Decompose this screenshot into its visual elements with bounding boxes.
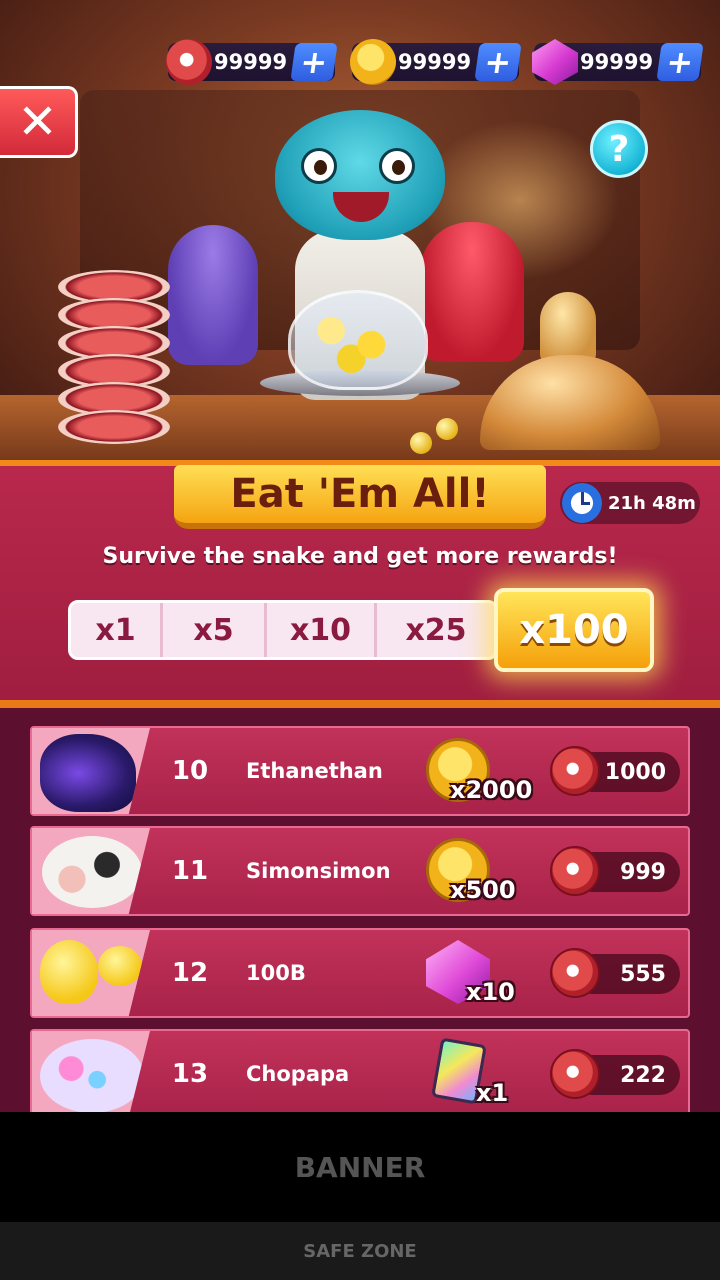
reward: x500: [426, 838, 536, 904]
multiplier-x100-selected[interactable]: x100: [494, 588, 654, 672]
unicorn-avatar: [40, 1039, 144, 1113]
multiplier-x25[interactable]: x25: [377, 603, 495, 657]
multiplier-x1[interactable]: x1: [71, 603, 163, 657]
cow-avatar: [42, 836, 142, 908]
add-coins-button[interactable]: +: [474, 43, 522, 81]
meat-counter: 99999 +: [166, 39, 338, 85]
reward-quantity: x500: [450, 876, 516, 904]
reward-quantity: x1: [476, 1079, 509, 1107]
event-title: Eat 'Em All!: [174, 465, 546, 529]
help-button[interactable]: ?: [590, 120, 648, 178]
leaderboard-row: 13 Chopapa x1 222: [30, 1029, 690, 1119]
leaderboard-row: 10 Ethanethan x2000 1000: [30, 726, 690, 816]
reward-quantity: x10: [466, 978, 515, 1006]
dragon-avatar: [40, 734, 136, 812]
player-avatar: [32, 728, 150, 814]
reward: x2000: [426, 738, 536, 804]
gold-ball: [410, 432, 432, 454]
reward: x1: [426, 1037, 536, 1107]
player-avatar: [32, 828, 150, 914]
multiplier-selector: x1 x5 x10 x25: [68, 600, 498, 660]
gold-ball: [436, 418, 458, 440]
add-meat-button[interactable]: +: [290, 43, 338, 81]
event-subtitle: Survive the snake and get more rewards!: [102, 544, 618, 569]
meat-icon: [166, 39, 212, 85]
coin-counter: 99999 +: [350, 39, 522, 85]
meat-icon: [550, 1049, 600, 1099]
gem-icon: [532, 39, 578, 85]
golden-cloche: [480, 355, 660, 450]
meat-icon: [550, 846, 600, 896]
duck-avatar: [98, 946, 142, 986]
meat-amount: 99999: [214, 50, 288, 74]
leaderboard-row: 11 Simonsimon x500 999: [30, 826, 690, 916]
player-name: 100B: [246, 961, 306, 985]
close-button[interactable]: ✕: [0, 86, 78, 158]
gem-counter: 99999 +: [532, 39, 704, 85]
reward-quantity: x2000: [450, 776, 533, 804]
player-name: Simonsimon: [246, 859, 391, 883]
hero-illustration: ✕ ? 99999 + 99999 + 99999 +: [0, 0, 720, 470]
leaderboard-list: 10 Ethanethan x2000 1000 11 Simonsimon x…: [0, 708, 720, 1138]
player-rank: 10: [171, 756, 209, 786]
player-avatar: [32, 1031, 150, 1117]
timer-text: 21h 48m: [608, 492, 696, 514]
meat-icon: [550, 746, 600, 796]
player-rank: 12: [171, 958, 209, 988]
purple-snake-character: [168, 225, 258, 365]
player-rank: 11: [171, 856, 209, 886]
player-name: Ethanethan: [246, 759, 383, 783]
duck-avatar: [40, 940, 98, 1004]
meat-icon: [550, 948, 600, 998]
reward: x10: [426, 940, 536, 1006]
event-timer: 21h 48m: [560, 482, 700, 524]
player-name: Chopapa: [246, 1062, 350, 1086]
player-avatar: [32, 930, 150, 1016]
ad-banner: BANNER: [0, 1112, 720, 1222]
gem-amount: 99999: [580, 50, 654, 74]
clock-icon: [562, 483, 602, 523]
meat-stack: [58, 270, 170, 445]
add-gems-button[interactable]: +: [656, 43, 704, 81]
safe-zone: SAFE ZONE: [0, 1222, 720, 1280]
multiplier-x10[interactable]: x10: [267, 603, 377, 657]
coin-icon: [350, 39, 396, 85]
gumball-jar: [288, 290, 428, 390]
coin-amount: 99999: [398, 50, 472, 74]
multiplier-x5[interactable]: x5: [163, 603, 267, 657]
golden-snake-statue: [540, 292, 596, 364]
leaderboard-row: 12 100B x10 555: [30, 928, 690, 1018]
player-rank: 13: [171, 1059, 209, 1089]
